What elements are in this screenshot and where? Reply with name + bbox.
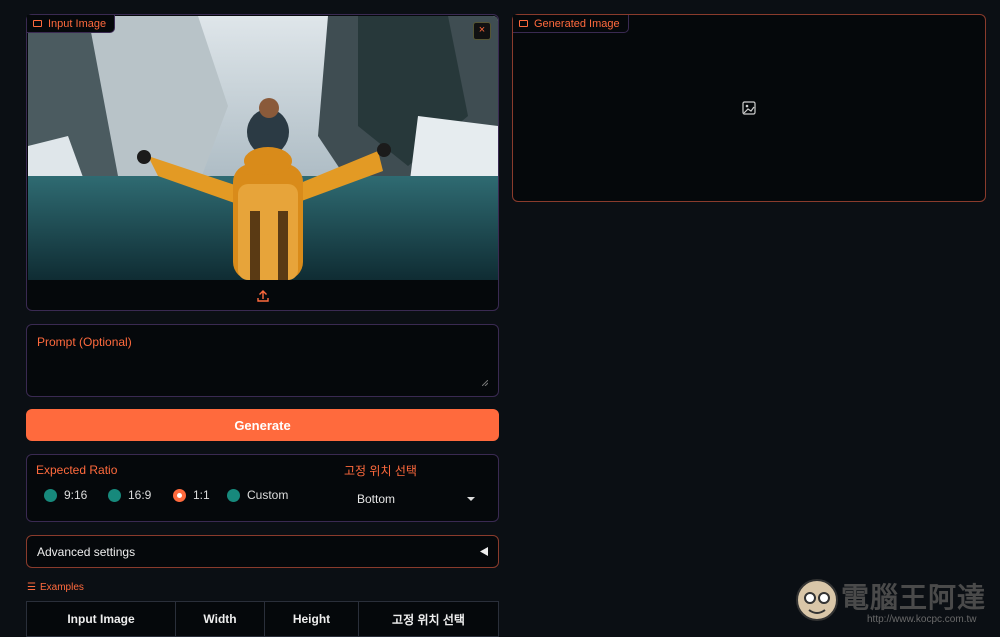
radio-icon [44, 488, 57, 502]
prompt-panel[interactable]: Prompt (Optional) [26, 324, 499, 397]
image-placeholder-icon [742, 101, 756, 115]
input-image-title: Input Image [48, 17, 107, 30]
image-icon [519, 20, 528, 27]
ratio-option-label: Custom [247, 488, 289, 502]
radio-selected-icon [173, 488, 186, 502]
chevron-down-icon [467, 497, 475, 501]
prompt-label: Prompt (Optional) [37, 335, 132, 349]
generated-image-panel: Generated Image [512, 14, 986, 202]
position-label: 고정 위치 선택 [344, 464, 417, 478]
clear-image-button[interactable]: × [473, 22, 491, 40]
expected-ratio-label: Expected Ratio [36, 463, 118, 477]
input-image-tag: Input Image [27, 15, 116, 33]
radio-icon [227, 488, 240, 502]
ratio-option-label: 1:1 [193, 488, 210, 502]
image-icon [33, 20, 42, 27]
position-select[interactable]: Bottom [350, 488, 475, 510]
ratio-option-16-9[interactable]: 16:9 [108, 488, 151, 502]
examples-column-header: 고정 위치 선택 [358, 601, 499, 637]
generate-button[interactable]: Generate [26, 409, 499, 441]
examples-label: Examples [39, 582, 84, 593]
examples-column-header: Input Image [26, 601, 176, 637]
resize-handle-icon[interactable] [482, 380, 488, 386]
watermark-title: 電腦王阿達 [841, 581, 987, 614]
upload-icon [256, 290, 269, 302]
examples-column-header: Height [264, 601, 359, 637]
advanced-settings-label: Advanced settings [37, 544, 136, 559]
list-icon: ☰ [27, 582, 36, 593]
ratio-option-9-16[interactable]: 9:16 [44, 488, 87, 502]
examples-header: ☰ Examples [27, 582, 84, 593]
advanced-settings-accordion[interactable]: Advanced settings [26, 535, 499, 568]
generated-image-title: Generated Image [534, 17, 620, 30]
radio-icon [108, 488, 121, 502]
triangle-left-icon [480, 547, 488, 556]
examples-table: Input Image Width Height 고정 위치 선택 [26, 601, 499, 637]
ratio-option-label: 16:9 [128, 488, 152, 502]
watermark-url: http://www.kocpc.com.tw [867, 614, 977, 625]
ratio-option-label: 9:16 [64, 488, 88, 502]
generated-image-tag: Generated Image [513, 15, 629, 33]
ratio-option-1-1[interactable]: 1:1 [173, 488, 210, 502]
mascot-logo [796, 579, 838, 621]
input-image-panel[interactable]: Input Image × [26, 14, 499, 311]
position-select-value: Bottom [357, 492, 396, 506]
input-photo [28, 16, 498, 280]
watermark: 電腦王阿達 http://www.kocpc.com.tw [795, 572, 995, 630]
ratio-option-custom[interactable]: Custom [227, 488, 288, 502]
examples-column-header: Width [175, 601, 265, 637]
upload-area[interactable] [27, 281, 498, 311]
